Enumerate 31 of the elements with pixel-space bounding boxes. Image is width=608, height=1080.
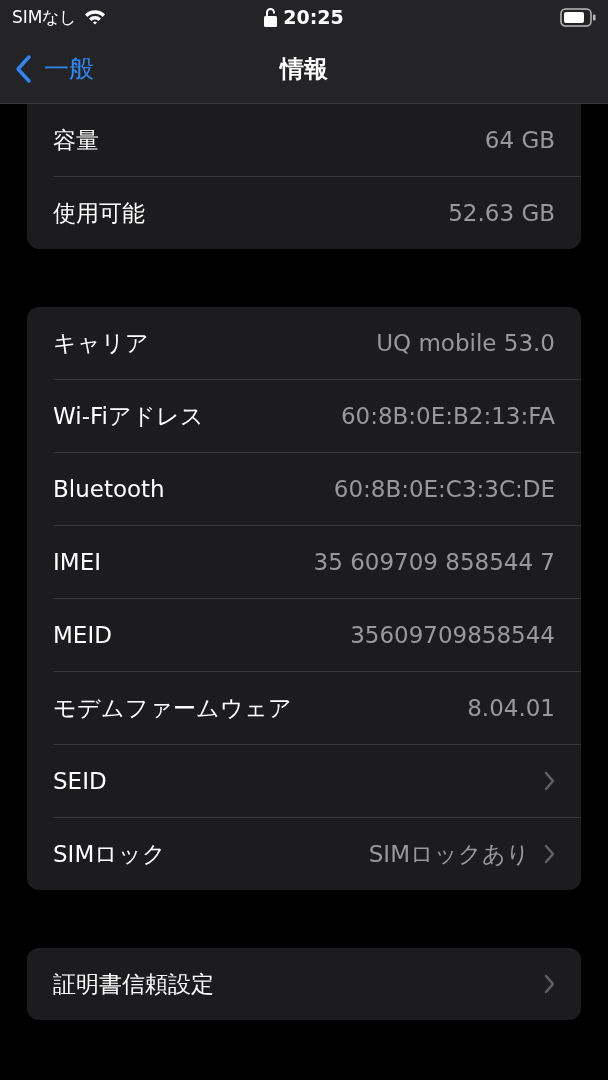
row-value: UQ mobile 53.0 (376, 330, 555, 356)
unlocked-padlock-icon (264, 7, 278, 27)
row-label: SIMロック (53, 839, 167, 869)
carrier-text: SIMなし (12, 5, 77, 29)
row-value: 35 609709 858544 7 (313, 549, 555, 575)
row-label: 使用可能 (53, 198, 145, 228)
chevron-right-icon (544, 771, 555, 791)
row-value: 8.04.01 (467, 695, 555, 721)
battery-icon (560, 7, 596, 27)
chevron-right-icon (544, 844, 555, 864)
row-label: キャリア (53, 328, 149, 358)
row-label: SEID (53, 768, 107, 794)
row-value: 35609709858544 (350, 622, 555, 648)
row-label: IMEI (53, 549, 101, 575)
row-label: 証明書信頼設定 (53, 969, 214, 999)
chevron-left-icon (14, 53, 32, 84)
row-value: 64 GB (484, 127, 555, 153)
row-value: SIMロックあり (368, 839, 530, 869)
row-label: 容量 (53, 125, 99, 155)
row-label: Bluetooth (53, 476, 165, 502)
chevron-right-icon (544, 974, 555, 994)
wifi-icon (84, 9, 107, 25)
row-label: Wi-Fiアドレス (53, 401, 204, 431)
clock-time: 20:25 (283, 6, 344, 28)
row-value: 60:8B:0E:B2:13:FA (340, 403, 555, 429)
row-label: モデムファームウェア (53, 693, 292, 723)
row-label: MEID (53, 622, 112, 648)
back-button[interactable]: 一般 (0, 52, 94, 85)
page-title: 情報 (280, 53, 328, 85)
row-value: 60:8B:0E:C3:3C:DE (333, 476, 555, 502)
row-value: 52.63 GB (448, 200, 555, 226)
